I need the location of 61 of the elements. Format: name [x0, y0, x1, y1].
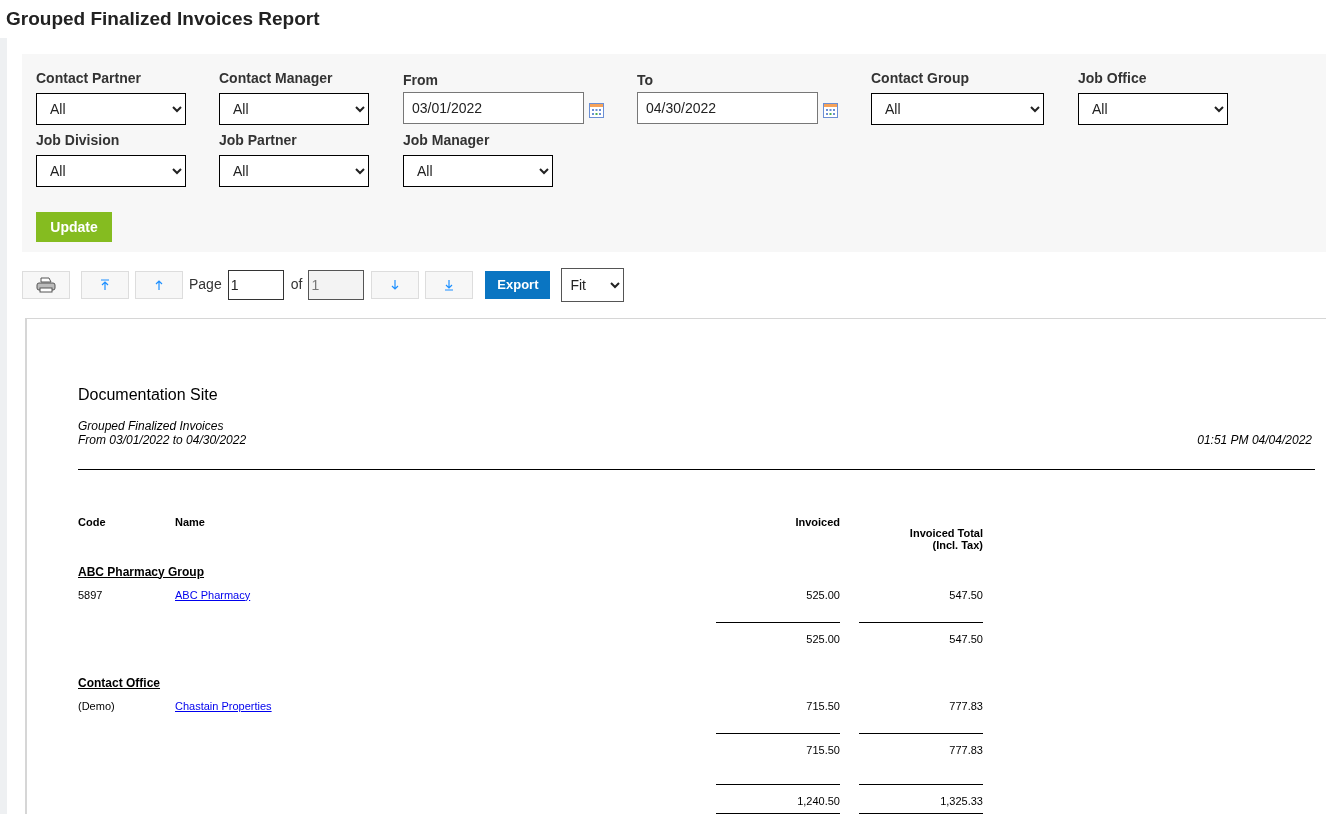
field-label: Job Partner	[219, 132, 298, 148]
code-cell-text: (Demo)	[78, 698, 116, 714]
zoom-select[interactable]: Fit	[561, 267, 625, 302]
arrow-down-to-bar-icon	[444, 278, 455, 291]
previous-page-button[interactable]	[135, 270, 183, 299]
field-label: Contact Manager	[219, 70, 334, 86]
select-field[interactable]: All	[403, 155, 553, 187]
amount-cell: 715.50	[716, 733, 840, 759]
select-field[interactable]: All	[219, 93, 369, 125]
column-header: Invoiced	[794, 514, 840, 530]
first-page-button[interactable]	[81, 270, 129, 299]
select-field[interactable]: All	[871, 93, 1044, 125]
select-field[interactable]: All	[36, 93, 186, 125]
calendar-icon[interactable]	[823, 102, 838, 118]
export-button[interactable]: Export	[485, 270, 551, 299]
report-date-range: From 03/01/2022 to 04/30/2022	[78, 432, 247, 447]
group-heading: ABC Pharmacy Group	[78, 563, 206, 580]
arrow-down-icon	[390, 278, 401, 291]
page-count-field[interactable]: 1	[308, 269, 365, 300]
select-field[interactable]: All	[219, 155, 369, 187]
page-title: Grouped Finalized Invoices Report	[6, 6, 320, 31]
printer-icon	[36, 276, 56, 293]
amount-cell: 777.83	[859, 733, 983, 759]
amount-cell: 1,240.50	[716, 783, 840, 814]
arrow-up-to-bar-icon	[100, 278, 110, 291]
calendar-icon[interactable]	[589, 102, 604, 118]
amount-cell-text: 715.50	[805, 698, 840, 714]
page-field[interactable]: 1	[227, 269, 284, 300]
date-field[interactable]: 04/30/2022	[637, 92, 818, 124]
select-field[interactable]: All	[1078, 93, 1228, 125]
amount-cell-text: 777.83	[948, 698, 983, 714]
amount-cell-text: 547.50	[948, 587, 983, 603]
report-title: Grouped Finalized Invoices	[78, 418, 225, 433]
amount-cell: 1,325.33	[859, 783, 983, 814]
field-label: Job Manager	[403, 132, 491, 148]
field-label: Job Office	[1078, 70, 1148, 86]
report-site-name: Documentation Site	[78, 384, 219, 405]
select-field[interactable]: All	[36, 155, 186, 187]
code-cell-text: 5897	[78, 587, 104, 603]
field-label: Contact Partner	[36, 70, 143, 86]
column-header: Invoiced Total (Incl. Tax)	[908, 526, 983, 551]
arrow-up-icon	[154, 278, 164, 291]
field-label: From	[403, 72, 439, 88]
amount-cell-text: 525.00	[805, 587, 840, 603]
date-field[interactable]: 03/01/2022	[403, 92, 584, 124]
last-page-button[interactable]	[425, 270, 474, 299]
field-label: Contact Group	[871, 70, 970, 86]
group-heading: Contact Office	[78, 674, 161, 691]
contact-link[interactable]: Chastain Properties	[175, 699, 272, 712]
print-button[interactable]	[22, 270, 70, 299]
page-label: Page	[189, 275, 222, 294]
next-page-button[interactable]	[371, 270, 420, 299]
amount-cell: 525.00	[716, 622, 840, 648]
of-label: of	[290, 275, 303, 294]
field-label: Job Division	[36, 132, 121, 148]
contact-link[interactable]: ABC Pharmacy	[175, 588, 251, 601]
amount-cell: 547.50	[859, 622, 983, 648]
field-label: To	[637, 72, 655, 88]
report-timestamp: 01:51 PM 04/04/2022	[1197, 432, 1312, 447]
column-header: Code	[78, 514, 107, 530]
column-header: Name	[175, 514, 206, 530]
